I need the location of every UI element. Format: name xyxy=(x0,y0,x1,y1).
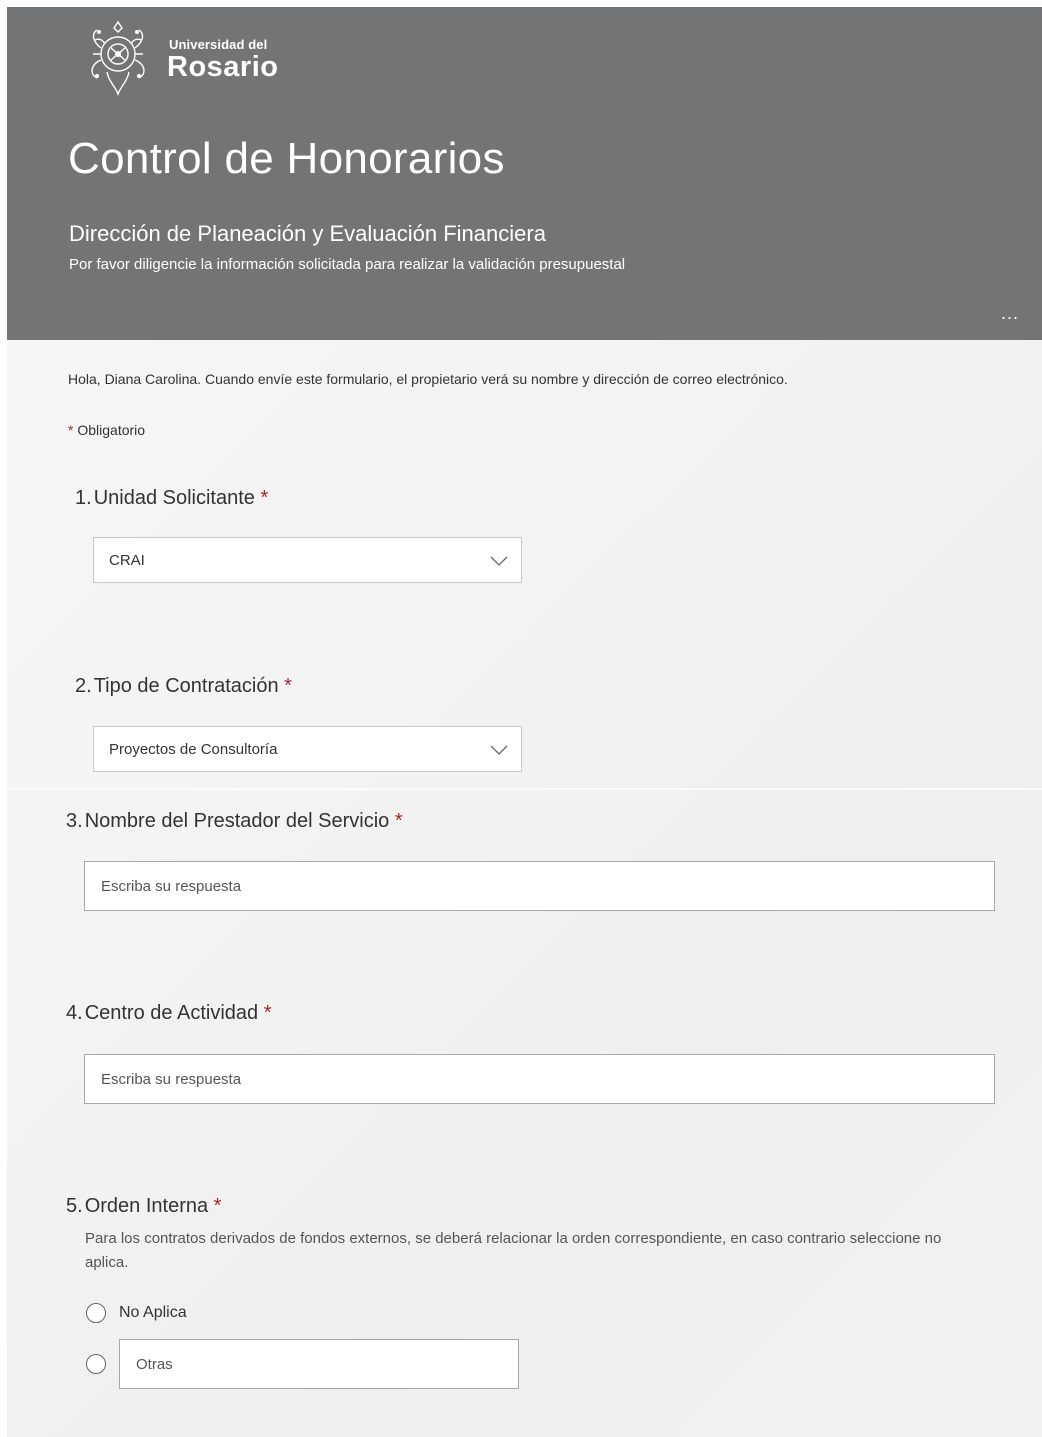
tipo-contratacion-dropdown[interactable]: Proyectos de Consultoría xyxy=(93,726,522,772)
form-title: Control de Honorarios xyxy=(68,134,505,183)
question-label: Unidad Solicitante xyxy=(93,487,255,509)
required-star: * xyxy=(68,422,74,438)
dropdown-value: CRAI xyxy=(109,552,145,569)
question-label: Orden Interna xyxy=(84,1195,209,1217)
question-label: Nombre del Prestador del Servicio xyxy=(84,810,390,832)
chevron-down-icon xyxy=(490,556,508,566)
required-star: * xyxy=(260,487,269,509)
radio-button-icon[interactable] xyxy=(86,1303,106,1323)
form-description: Por favor diligencie la información soli… xyxy=(69,256,626,273)
dropdown-value: Proyectos de Consultoría xyxy=(109,741,278,758)
unidad-solicitante-dropdown[interactable]: CRAI xyxy=(93,537,522,583)
form-header: Universidad del Rosario Control de Honor… xyxy=(7,7,1042,340)
logo-subtitle: Universidad del xyxy=(169,37,268,52)
question-2-title: 2. Tipo de Contratación * xyxy=(75,673,292,699)
question-5-title: 5. Orden Interna * xyxy=(66,1193,221,1219)
university-logo: Universidad del Rosario xyxy=(87,18,287,98)
university-emblem-icon xyxy=(91,20,145,96)
centro-actividad-input[interactable] xyxy=(84,1054,995,1104)
question-number: 5. xyxy=(66,1195,83,1217)
required-note: * Obligatorio xyxy=(68,422,145,438)
required-star: * xyxy=(284,675,292,697)
question-label: Tipo de Contratación xyxy=(93,675,279,697)
more-options-icon[interactable]: ... xyxy=(1001,303,1019,324)
nombre-prestador-input[interactable] xyxy=(84,861,995,911)
logo-title: Rosario xyxy=(167,51,279,83)
required-star: * xyxy=(213,1195,222,1217)
greeting-text: Hola, Diana Carolina. Cuando envíe este … xyxy=(68,371,788,387)
radio-option-no-aplica[interactable]: No Aplica xyxy=(119,1304,187,1322)
form-subtitle: Dirección de Planeación y Evaluación Fin… xyxy=(69,221,546,246)
question-3-title: 3. Nombre del Prestador del Servicio * xyxy=(66,808,403,834)
required-label: Obligatorio xyxy=(77,422,146,438)
question-number: 1. xyxy=(75,487,92,509)
otras-input[interactable] xyxy=(119,1339,519,1389)
question-4-title: 4. Centro de Actividad * xyxy=(66,1000,271,1026)
chevron-down-icon xyxy=(490,745,508,755)
section-divider xyxy=(7,788,1042,790)
question-number: 2. xyxy=(75,675,92,697)
question-5-description: Para los contratos derivados de fondos e… xyxy=(85,1230,942,1271)
question-label: Centro de Actividad xyxy=(84,1002,259,1024)
radio-button-icon[interactable] xyxy=(86,1354,106,1374)
question-number: 4. xyxy=(66,1002,83,1024)
question-1-title: 1. Unidad Solicitante * xyxy=(75,485,268,511)
required-star: * xyxy=(394,810,403,832)
question-number: 3. xyxy=(66,810,83,832)
required-star: * xyxy=(263,1002,272,1024)
